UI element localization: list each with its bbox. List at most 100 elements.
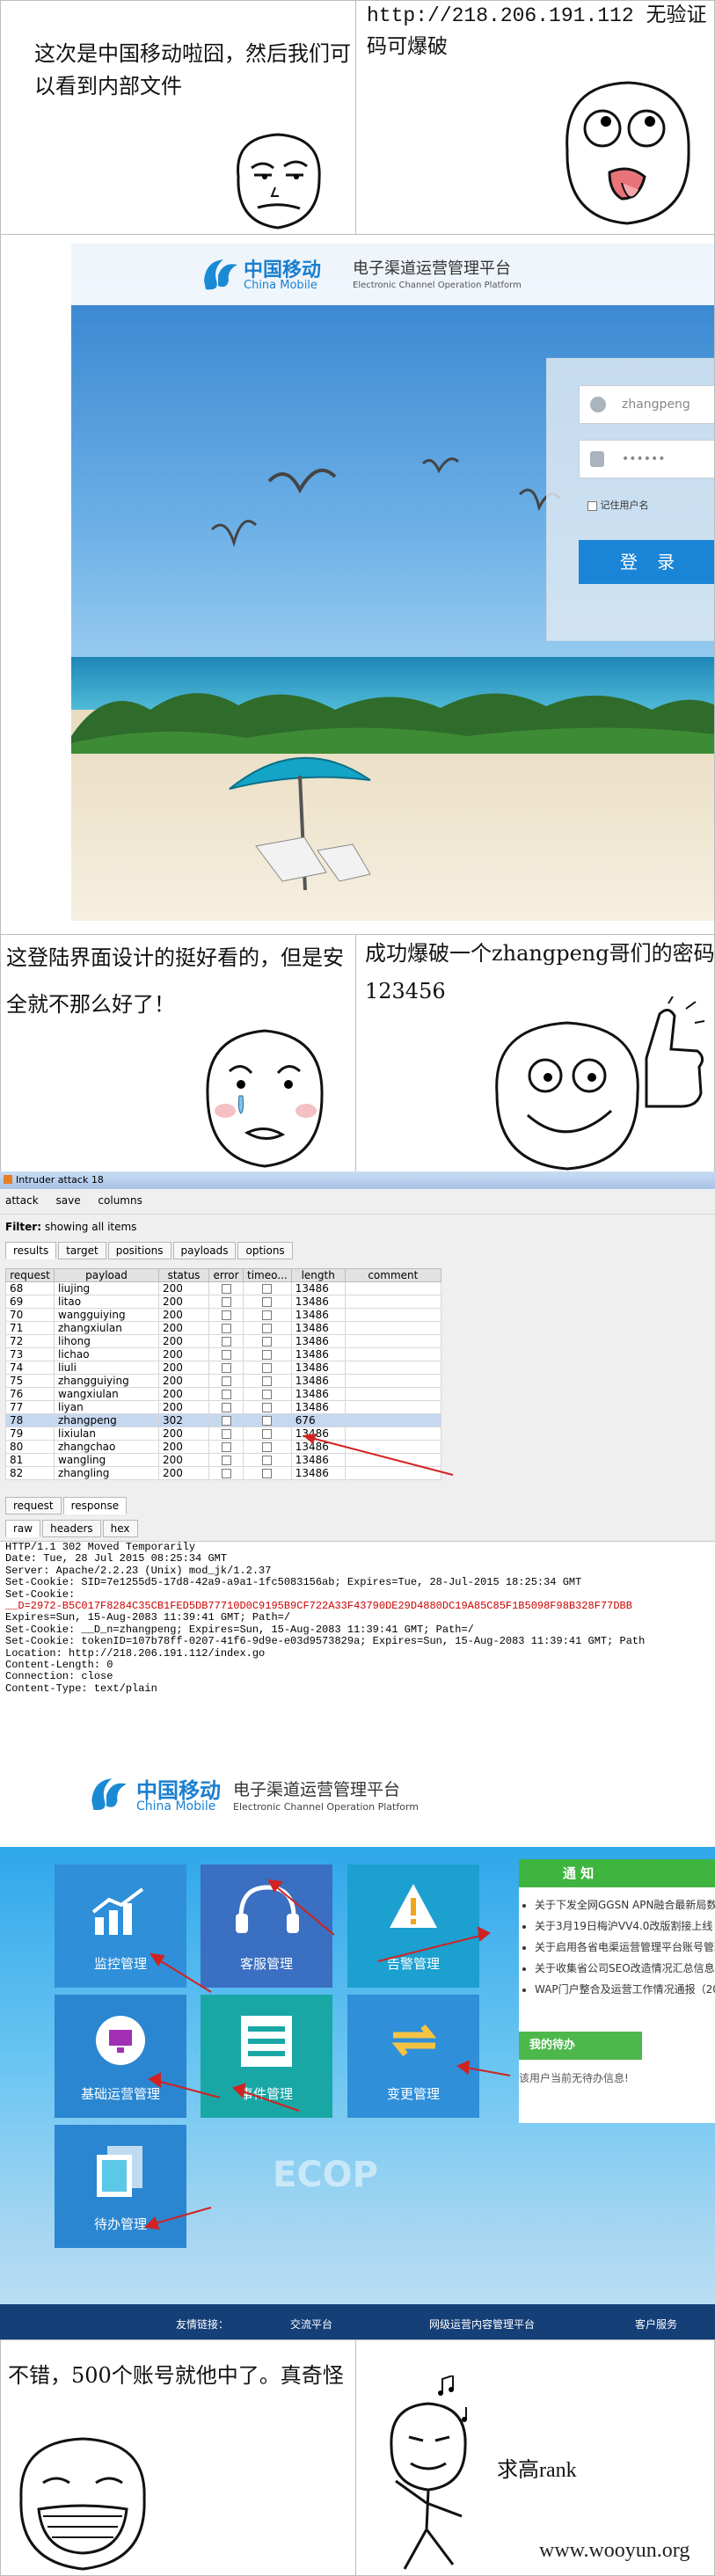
cell-error — [208, 1387, 244, 1401]
http-response-text[interactable]: HTTP/1.1 302 Moved Temporarily Date: Tue… — [0, 1541, 715, 1726]
panel-1-left-caption: 这次是中国移动啦囧，然后我们可以看到内部文件 — [34, 41, 351, 99]
login-button[interactable]: 登 录 — [579, 540, 714, 584]
tab-headers[interactable]: headers — [42, 1520, 101, 1537]
result-row[interactable]: 74 liuli 200 13486 — [5, 1361, 442, 1375]
cell-status: 200 — [158, 1321, 209, 1335]
cell-error — [208, 1347, 244, 1361]
filter-label: Filter: — [5, 1221, 42, 1233]
notice-item[interactable]: 关于启用各省电渠运营管理平台账号管理员 — [535, 1937, 715, 1958]
burp-filter-bar[interactable]: Filter: showing all items — [5, 1221, 136, 1233]
tab-raw[interactable]: raw — [5, 1520, 41, 1537]
notice-item[interactable]: 关于下发全网GGSN APN融合最新局数 — [535, 1894, 715, 1916]
cell-payload: litao — [54, 1295, 159, 1309]
col-comment[interactable]: comment — [344, 1268, 442, 1282]
result-row[interactable]: 75 zhangguiying 200 13486 — [5, 1374, 442, 1388]
burp-title-bar: Intruder attack 18 — [0, 1171, 715, 1189]
laughing-face-icon — [19, 2437, 146, 2571]
cell-request: 79 — [5, 1427, 55, 1441]
cell-error — [208, 1295, 244, 1309]
menu-attack[interactable]: attack — [5, 1194, 39, 1207]
cell-timeout — [243, 1374, 292, 1388]
cell-status: 200 — [158, 1453, 209, 1467]
password-input[interactable]: •••••• — [579, 440, 714, 478]
tab-results[interactable]: results — [5, 1242, 57, 1259]
col-length[interactable]: length — [290, 1268, 346, 1282]
cell-error — [208, 1427, 244, 1441]
result-row[interactable]: 76 wangxiulan 200 13486 — [5, 1387, 442, 1401]
col-timeout[interactable]: timeo... — [243, 1268, 292, 1282]
cell-length: 13486 — [290, 1400, 346, 1414]
cell-request: 72 — [5, 1334, 55, 1348]
cell-timeout — [243, 1295, 292, 1309]
login-form: zhangpeng •••••• 记住用户名 登 录 — [546, 358, 714, 641]
my-todo-button[interactable]: 我的待办 — [519, 2032, 642, 2060]
login-header: 中国移动 China Mobile 电子渠道运营管理平台 Electronic … — [71, 244, 714, 305]
cell-payload: zhangxiulan — [54, 1321, 159, 1335]
col-payload[interactable]: payload — [54, 1268, 159, 1282]
cell-payload: zhangpeng — [54, 1413, 159, 1427]
cell-payload: lichao — [54, 1347, 159, 1361]
cell-length: 13486 — [290, 1308, 346, 1322]
cell-comment — [344, 1347, 442, 1361]
col-status[interactable]: status — [158, 1268, 209, 1282]
remember-checkbox-box[interactable] — [587, 500, 597, 511]
http-line: Set-Cookie: tokenID=107b78ff-0207-41f6-9… — [5, 1635, 646, 1648]
footer-link-content-platform[interactable]: 网级运营内容管理平台 — [429, 2317, 535, 2332]
username-input[interactable]: zhangpeng — [579, 385, 714, 424]
tab-options[interactable]: options — [237, 1242, 293, 1259]
result-row[interactable]: 72 lihong 200 13486 — [5, 1334, 442, 1348]
tab-response[interactable]: response — [62, 1497, 128, 1514]
timeout-checkbox — [262, 1376, 273, 1386]
cell-payload: lixiulan — [54, 1427, 159, 1441]
cell-request: 69 — [5, 1295, 55, 1309]
tab-payloads[interactable]: payloads — [172, 1242, 237, 1259]
result-row[interactable]: 73 lichao 200 13486 — [5, 1347, 442, 1361]
username-value: zhangpeng — [622, 398, 690, 412]
tab-request[interactable]: request — [5, 1497, 62, 1514]
cell-timeout — [243, 1466, 292, 1480]
result-row[interactable]: 68 liujing 200 13486 — [5, 1281, 442, 1295]
panel-3-right: 成功爆破一个zhangpeng哥们的密码123456 — [355, 934, 715, 1173]
cell-comment — [344, 1295, 442, 1309]
col-request[interactable]: request — [5, 1268, 55, 1282]
menu-save[interactable]: save — [56, 1194, 81, 1207]
cell-timeout — [243, 1413, 292, 1427]
cell-timeout — [243, 1334, 292, 1348]
burp-menu-bar: attack save columns — [0, 1194, 715, 1215]
annotation-arrow-icon — [303, 1434, 454, 1476]
result-row[interactable]: 70 wangguiying 200 13486 — [5, 1308, 442, 1322]
tab-hex[interactable]: hex — [102, 1520, 138, 1537]
cell-request: 77 — [5, 1400, 55, 1414]
login-screenshot-panel: 中国移动 China Mobile 电子渠道运营管理平台 Electronic … — [0, 234, 715, 938]
footer-link-customer-service[interactable]: 客户服务 — [635, 2317, 677, 2332]
footer-link-exchange[interactable]: 交流平台 — [290, 2317, 332, 2332]
tab-positions[interactable]: positions — [107, 1242, 171, 1259]
cell-request: 81 — [5, 1453, 55, 1467]
notice-item[interactable]: WAP门户整合及运营工作情况通报（20 — [535, 1979, 715, 2000]
menu-columns[interactable]: columns — [98, 1194, 142, 1207]
tab-target[interactable]: target — [58, 1242, 106, 1259]
crying-face-icon — [206, 1029, 324, 1168]
notice-item[interactable]: 关于3月19日梅沪VV4.0改版割接上线 — [535, 1916, 715, 1937]
cell-status: 302 — [158, 1413, 209, 1427]
cell-timeout — [243, 1440, 292, 1454]
result-row[interactable]: 71 zhangxiulan 200 13486 — [5, 1321, 442, 1335]
login-brand-en: China Mobile — [244, 279, 317, 292]
notice-list: 关于下发全网GGSN APN融合最新局数 关于3月19日梅沪VV4.0改版割接上… — [519, 1894, 715, 2000]
http-line: Content-Type: text/plain — [5, 1682, 157, 1695]
notice-item[interactable]: 关于收集省公司SEO改造情况汇总信息 — [535, 1958, 715, 1979]
cell-request: 78 — [5, 1413, 55, 1427]
cell-status: 200 — [158, 1466, 209, 1480]
error-checkbox — [221, 1429, 231, 1439]
cell-length: 13486 — [290, 1361, 346, 1375]
result-row[interactable]: 77 liyan 200 13486 — [5, 1400, 442, 1414]
thumbs-up-face-icon — [495, 996, 705, 1171]
dash-brand-en: China Mobile — [136, 1799, 216, 1813]
remember-username-checkbox[interactable]: 记住用户名 — [587, 498, 649, 512]
cell-status: 200 — [158, 1281, 209, 1295]
dashboard-footer: 友情链接： 交流平台 网级运营内容管理平台 客户服务 — [0, 2304, 715, 2344]
error-checkbox — [221, 1442, 231, 1452]
cell-comment — [344, 1281, 442, 1295]
col-error[interactable]: error — [208, 1268, 244, 1282]
result-row[interactable]: 69 litao 200 13486 — [5, 1295, 442, 1309]
